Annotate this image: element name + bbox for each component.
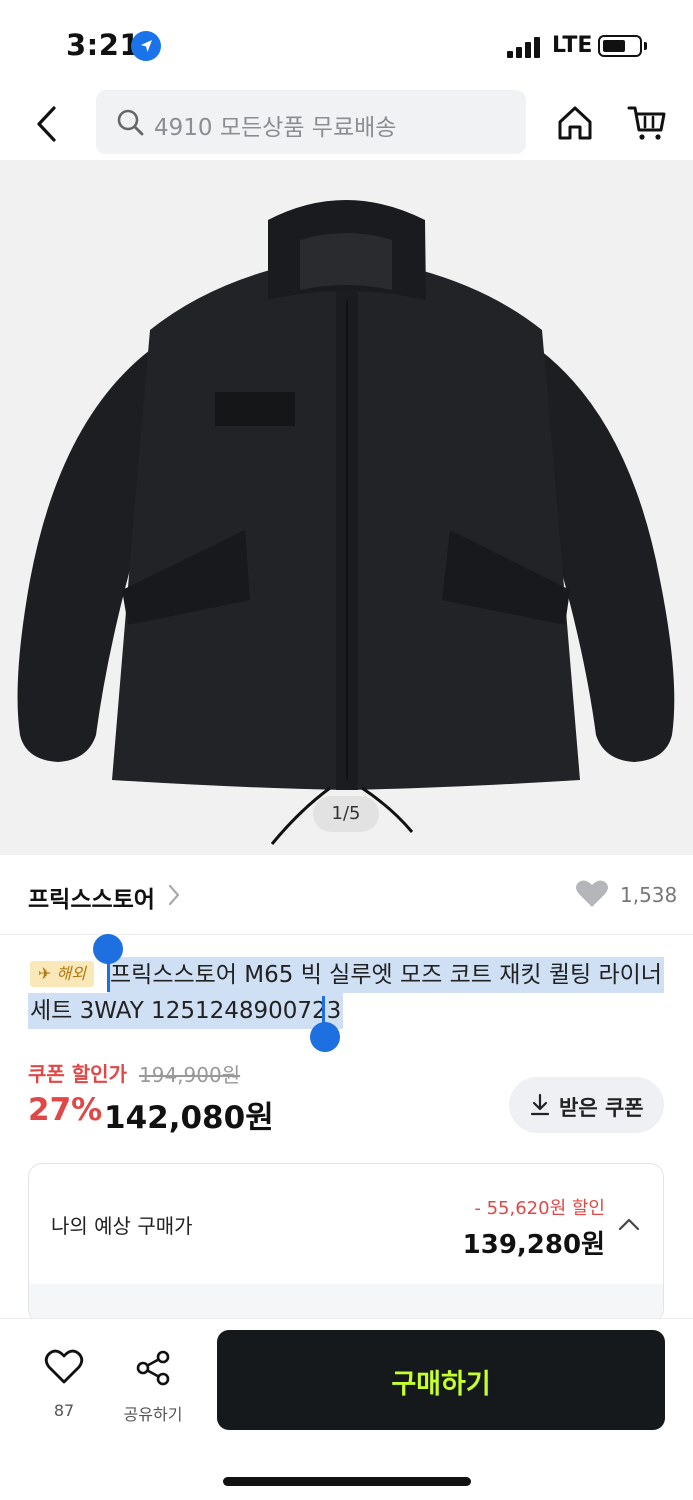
back-icon xyxy=(37,106,56,142)
home-button[interactable] xyxy=(556,104,594,142)
download-icon xyxy=(530,1093,550,1116)
wish-count: 87 xyxy=(53,1401,75,1420)
expected-price-label: 나의 예상 구매가 xyxy=(51,1214,193,1238)
share-button[interactable]: 공유하기 xyxy=(118,1343,188,1424)
selection-end-handle[interactable] xyxy=(310,1022,340,1052)
store-like-count: 1,538 xyxy=(620,883,678,907)
cart-icon xyxy=(627,106,666,140)
buy-button[interactable]: 구매하기 xyxy=(217,1330,665,1430)
heart-icon[interactable] xyxy=(575,879,609,909)
expected-price: 139,280원 xyxy=(462,1230,605,1260)
location-arrow-icon xyxy=(131,31,161,61)
home-indicator xyxy=(223,1477,471,1486)
back-button[interactable] xyxy=(30,102,64,146)
status-bar: 3:21 LTE xyxy=(0,0,693,90)
buy-label: 구매하기 xyxy=(391,1369,491,1400)
wish-button[interactable]: 87 xyxy=(40,1343,90,1423)
expected-price-card[interactable]: 나의 예상 구매가 - 55,620원 할인 139,280원 xyxy=(28,1163,664,1323)
expected-discount: - 55,620원 할인 xyxy=(474,1198,605,1219)
product-title-line2: 세트 3WAY 1251248900723 xyxy=(28,993,344,1029)
product-title-line1: 프릭스스토어 M65 빅 실루엣 모즈 코트 재킷 퀼팅 라이너 xyxy=(108,957,664,993)
selection-start-bar xyxy=(107,960,110,992)
image-counter: 1/5 xyxy=(313,796,379,832)
share-label: 공유하기 xyxy=(123,1405,183,1424)
search-placeholder: 4910 모든상품 무료배송 xyxy=(154,115,397,141)
search-input[interactable]: 4910 모든상품 무료배송 xyxy=(96,90,526,154)
sale-price: 142,080원 xyxy=(104,1100,274,1136)
coupon-price-label: 쿠폰 할인가 xyxy=(28,1062,127,1086)
received-coupon-label: 받은 쿠폰 xyxy=(559,1096,644,1120)
product-image-gallery[interactable]: 1/5 xyxy=(0,160,693,855)
battery-icon xyxy=(598,35,642,57)
cart-button[interactable] xyxy=(627,104,667,142)
search-icon xyxy=(117,109,144,136)
discount-rate: 27% xyxy=(28,1092,103,1128)
status-time: 3:21 xyxy=(66,28,141,62)
bottom-action-bar: 87 공유하기 구매하기 xyxy=(0,1318,693,1500)
home-icon xyxy=(558,106,592,140)
chevron-right-icon xyxy=(168,884,180,906)
share-icon xyxy=(136,1350,170,1386)
battery-tip xyxy=(644,42,647,50)
chevron-up-icon[interactable] xyxy=(617,1216,641,1232)
store-name[interactable]: 프릭스스토어 xyxy=(28,880,155,914)
product-title[interactable]: 프릭스스토어 M65 빅 실루엣 모즈 코트 재킷 퀼팅 라이너 세트 3WAY… xyxy=(28,957,668,1029)
store-row[interactable]: 프릭스스토어 1,538 xyxy=(0,855,693,935)
cellular-signal-icon xyxy=(507,36,543,58)
network-type: LTE xyxy=(552,33,593,58)
original-price: 194,900원 xyxy=(139,1063,241,1087)
top-nav: 4910 모든상품 무료배송 xyxy=(0,90,693,160)
product-image xyxy=(0,160,693,855)
heart-outline-icon xyxy=(44,1349,84,1384)
received-coupon-button[interactable]: 받은 쿠폰 xyxy=(509,1077,664,1133)
